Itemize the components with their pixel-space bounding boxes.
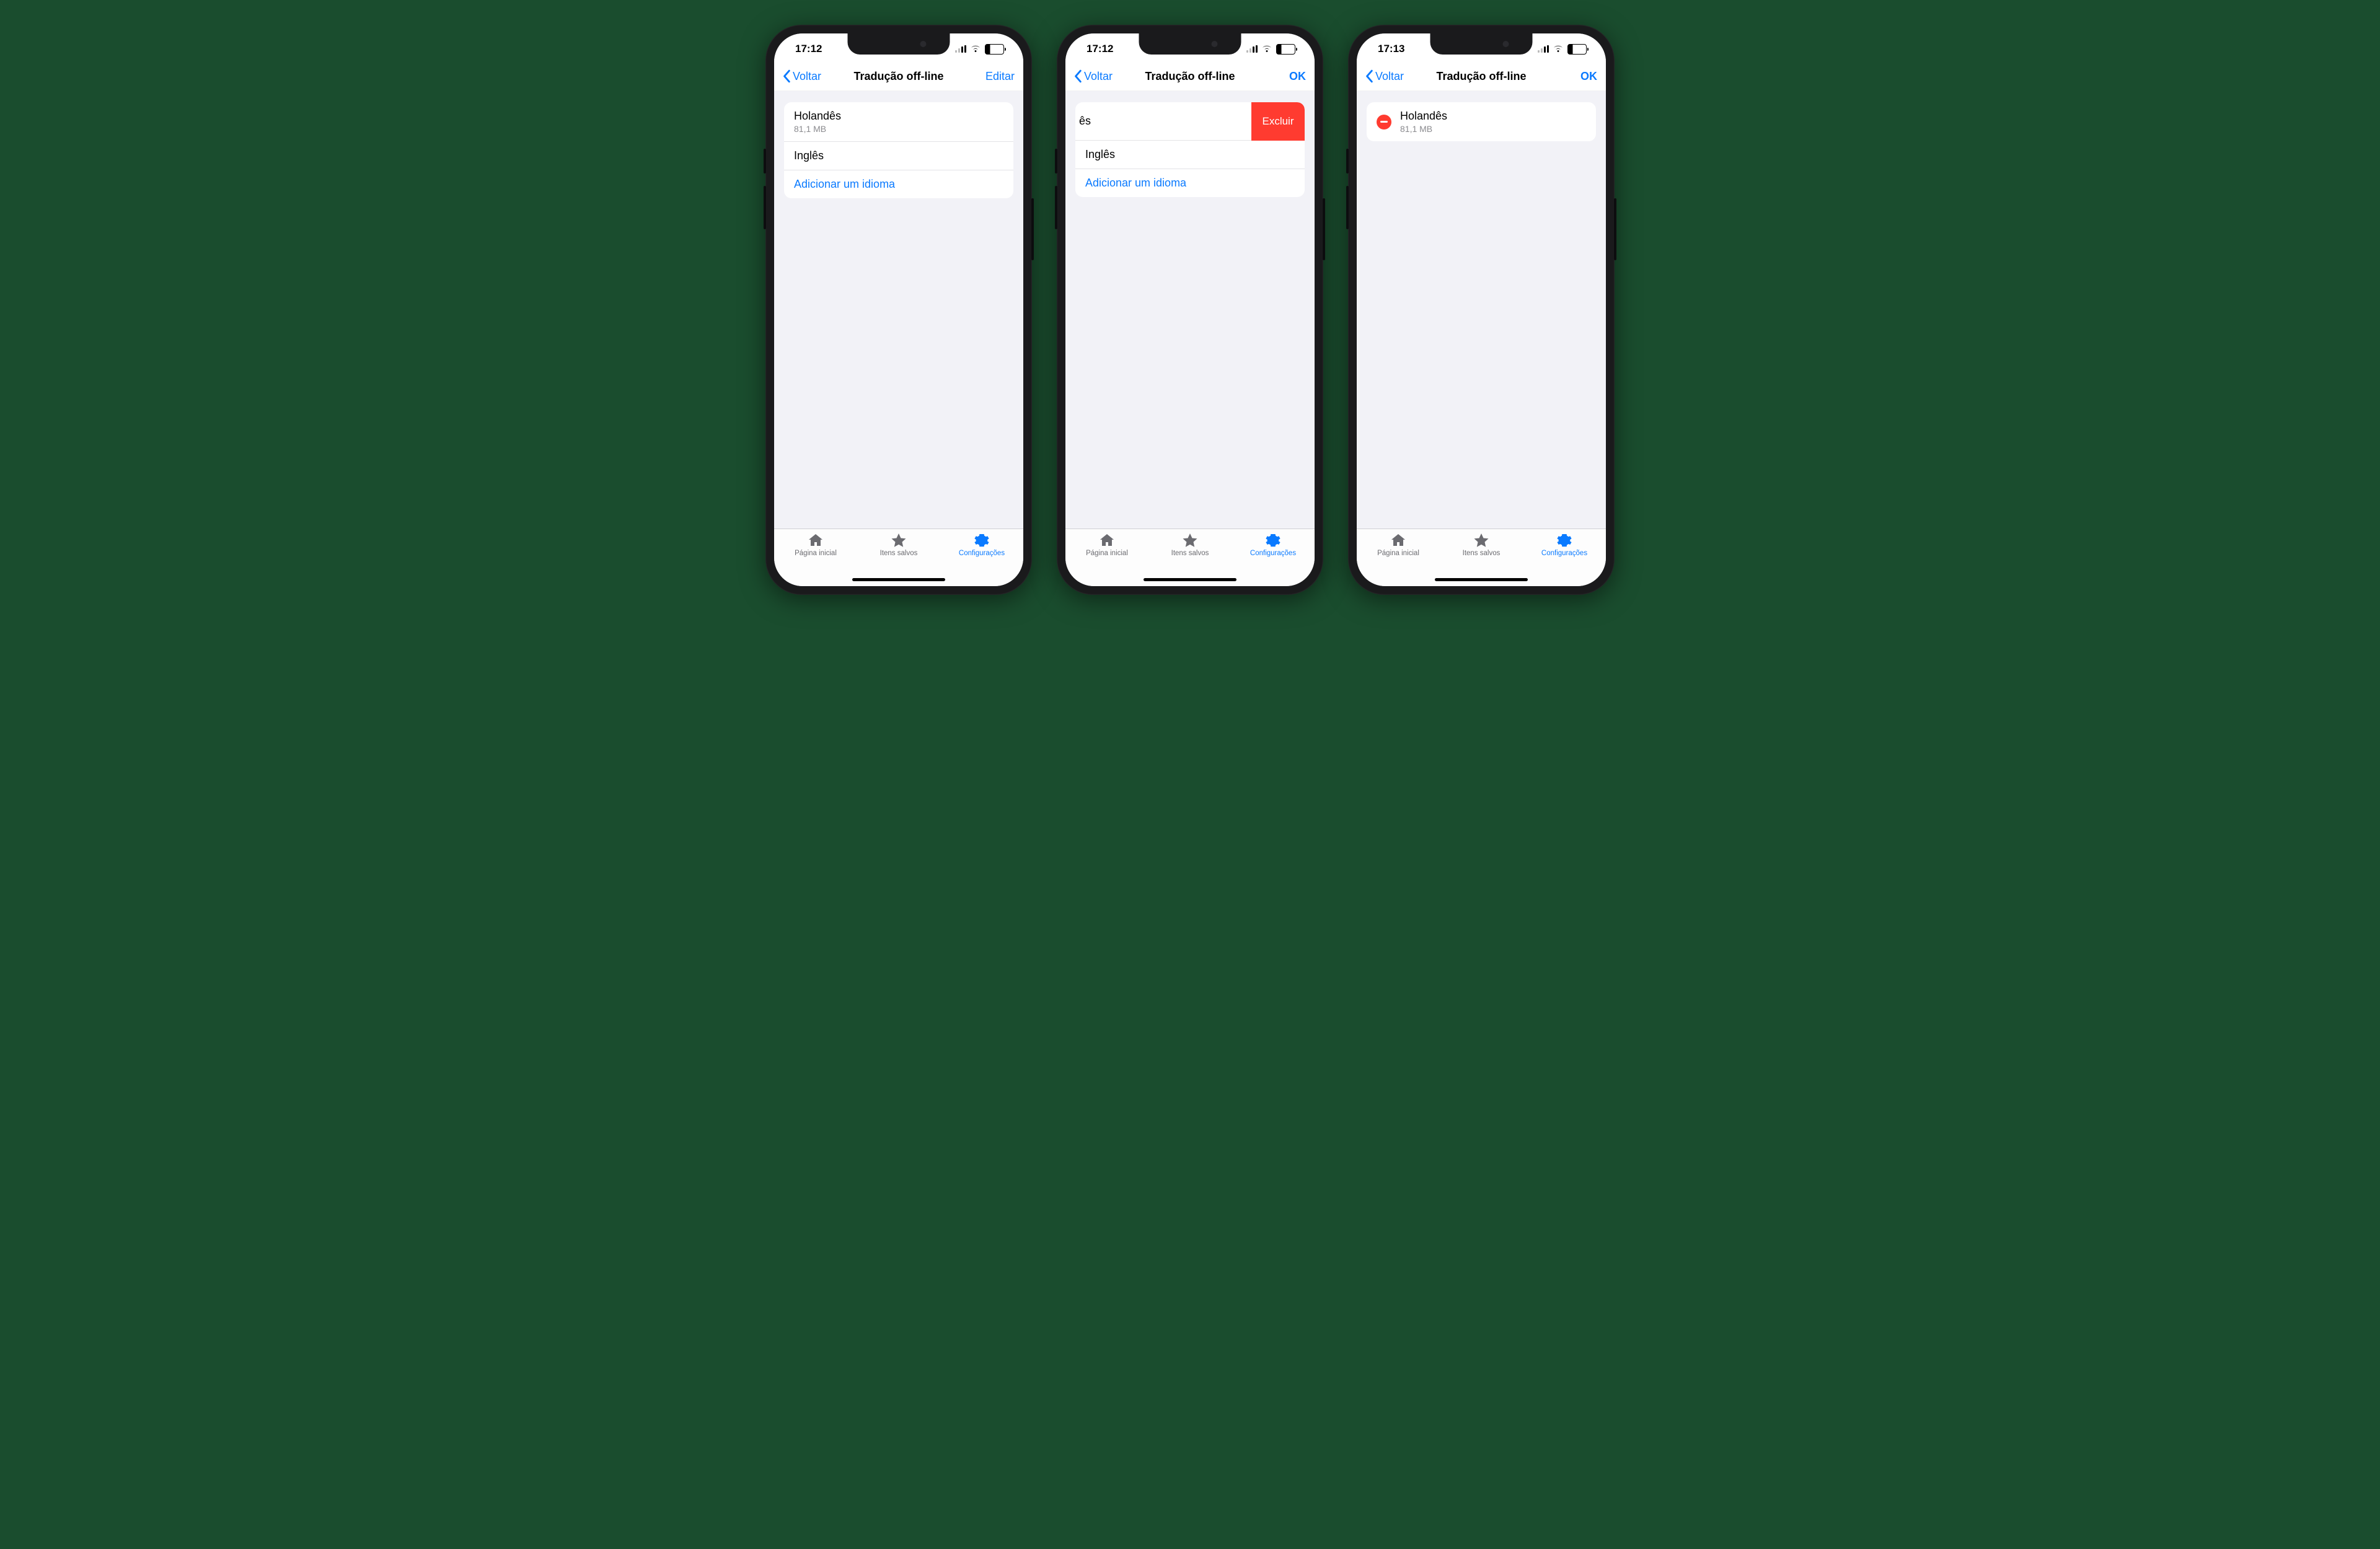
status-right: 26 xyxy=(1246,44,1297,55)
home-icon xyxy=(1390,533,1406,548)
language-row-dutch-swiped[interactable]: ês Excluir xyxy=(1075,102,1305,141)
tab-settings[interactable]: Configurações xyxy=(1232,533,1315,586)
chevron-left-icon xyxy=(1365,69,1374,83)
phone-frame-1: 17:12 26 Voltar Tradução off-line Editar xyxy=(765,25,1032,595)
home-indicator[interactable] xyxy=(1435,578,1528,581)
status-right: 26 xyxy=(1538,44,1589,55)
wifi-icon xyxy=(1553,45,1564,53)
language-name-fragment: ês xyxy=(1079,115,1091,128)
wifi-icon xyxy=(970,45,981,53)
tab-label: Itens salvos xyxy=(1171,550,1209,557)
screen-3: 17:13 26 Voltar Tradução off-line OK xyxy=(1357,33,1606,586)
add-language-button[interactable]: Adicionar um idioma xyxy=(784,170,1013,198)
edit-button[interactable]: Editar xyxy=(985,70,1015,83)
nav-bar: Voltar Tradução off-line OK xyxy=(1065,64,1315,91)
notch xyxy=(848,33,950,55)
back-label: Voltar xyxy=(1375,70,1404,83)
gear-icon xyxy=(1556,533,1572,548)
screen-1: 17:12 26 Voltar Tradução off-line Editar xyxy=(774,33,1023,586)
tab-home[interactable]: Página inicial xyxy=(1357,533,1440,586)
home-indicator[interactable] xyxy=(852,578,945,581)
home-indicator[interactable] xyxy=(1144,578,1236,581)
language-name: Inglês xyxy=(1085,148,1115,161)
language-row-english[interactable]: Inglês xyxy=(1075,141,1305,169)
language-row-dutch-edit[interactable]: Holandês 81,1 MB xyxy=(1367,102,1596,141)
screen-2: 17:12 26 Voltar Tradução off-line OK xyxy=(1065,33,1315,586)
language-size: 81,1 MB xyxy=(1400,124,1447,134)
phone-frame-2: 17:12 26 Voltar Tradução off-line OK xyxy=(1057,25,1323,595)
star-icon xyxy=(891,533,907,548)
content-area: Holandês 81,1 MB xyxy=(1357,91,1606,529)
add-language-label: Adicionar um idioma xyxy=(794,178,895,191)
back-button[interactable]: Voltar xyxy=(1365,69,1404,83)
tab-label: Página inicial xyxy=(1086,550,1128,557)
tab-home[interactable]: Página inicial xyxy=(1065,533,1148,586)
status-time: 17:12 xyxy=(1086,43,1113,55)
content-area: ês Excluir Inglês Adicionar um idioma xyxy=(1065,91,1315,529)
language-list: ês Excluir Inglês Adicionar um idioma xyxy=(1075,102,1305,197)
status-time: 17:12 xyxy=(795,43,822,55)
add-language-label: Adicionar um idioma xyxy=(1085,177,1186,190)
tab-home[interactable]: Página inicial xyxy=(774,533,857,586)
chevron-left-icon xyxy=(783,69,791,83)
tab-label: Página inicial xyxy=(1377,550,1419,557)
status-time: 17:13 xyxy=(1378,43,1404,55)
tab-label: Página inicial xyxy=(795,550,837,557)
ok-button[interactable]: OK xyxy=(1289,70,1306,83)
gear-icon xyxy=(974,533,990,548)
nav-bar: Voltar Tradução off-line OK xyxy=(1357,64,1606,91)
content-area: Holandês 81,1 MB Inglês Adicionar um idi… xyxy=(774,91,1023,529)
chevron-left-icon xyxy=(1074,69,1083,83)
tab-label: Configurações xyxy=(1250,550,1296,557)
language-row-english[interactable]: Inglês xyxy=(784,142,1013,170)
star-icon xyxy=(1182,533,1198,548)
tab-label: Configurações xyxy=(1541,550,1587,557)
language-list: Holandês 81,1 MB Inglês Adicionar um idi… xyxy=(784,102,1013,198)
tab-settings[interactable]: Configurações xyxy=(940,533,1023,586)
battery-icon: 26 xyxy=(985,44,1006,55)
delete-label: Excluir xyxy=(1262,115,1294,128)
nav-bar: Voltar Tradução off-line Editar xyxy=(774,64,1023,91)
add-language-button[interactable]: Adicionar um idioma xyxy=(1075,169,1305,197)
battery-icon: 26 xyxy=(1567,44,1589,55)
star-icon xyxy=(1473,533,1489,548)
gear-icon xyxy=(1265,533,1281,548)
language-name: Inglês xyxy=(794,149,824,162)
back-button[interactable]: Voltar xyxy=(1074,69,1113,83)
tab-settings[interactable]: Configurações xyxy=(1523,533,1606,586)
tab-label: Itens salvos xyxy=(880,550,918,557)
delete-button[interactable]: Excluir xyxy=(1251,102,1305,141)
back-label: Voltar xyxy=(793,70,821,83)
home-icon xyxy=(808,533,824,548)
battery-icon: 26 xyxy=(1276,44,1297,55)
notch xyxy=(1430,33,1533,55)
tab-label: Itens salvos xyxy=(1463,550,1501,557)
back-button[interactable]: Voltar xyxy=(783,69,821,83)
cellular-signal-icon xyxy=(1246,45,1258,53)
cellular-signal-icon xyxy=(1538,45,1549,53)
wifi-icon xyxy=(1261,45,1272,53)
language-row-dutch[interactable]: Holandês 81,1 MB xyxy=(784,102,1013,142)
phone-frame-3: 17:13 26 Voltar Tradução off-line OK xyxy=(1348,25,1615,595)
language-name: Holandês xyxy=(794,110,841,123)
language-name: Holandês xyxy=(1400,110,1447,123)
home-icon xyxy=(1099,533,1115,548)
ok-button[interactable]: OK xyxy=(1580,70,1597,83)
notch xyxy=(1139,33,1241,55)
back-label: Voltar xyxy=(1084,70,1113,83)
language-list: Holandês 81,1 MB xyxy=(1367,102,1596,141)
remove-minus-icon[interactable] xyxy=(1377,115,1391,129)
status-right: 26 xyxy=(955,44,1006,55)
cellular-signal-icon xyxy=(955,45,966,53)
language-size: 81,1 MB xyxy=(794,124,841,134)
tab-label: Configurações xyxy=(959,550,1005,557)
